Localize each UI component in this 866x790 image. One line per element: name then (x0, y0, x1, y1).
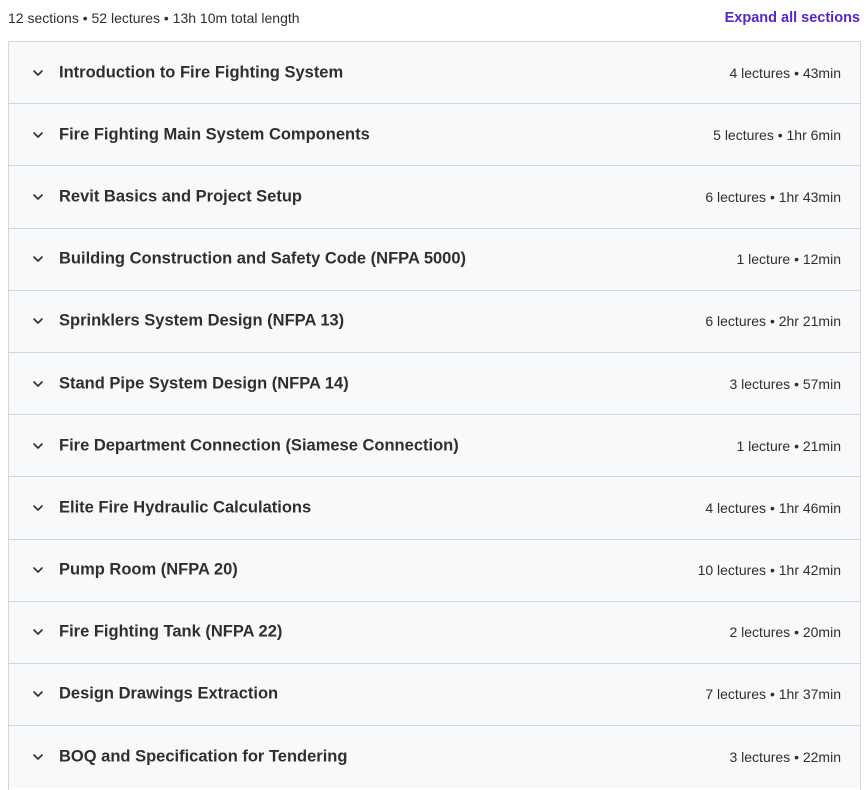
curriculum-section[interactable]: Pump Room (NFPA 20) 10 lectures • 1hr 42… (9, 539, 860, 602)
curriculum-section[interactable]: Fire Department Connection (Siamese Conn… (9, 415, 860, 478)
curriculum-section[interactable]: Elite Fire Hydraulic Calculations 4 lect… (9, 477, 860, 540)
curriculum-section[interactable]: Fire Fighting Main System Components 5 l… (9, 104, 860, 167)
section-title: BOQ and Specification for Tendering (59, 747, 348, 766)
section-title: Introduction to Fire Fighting System (59, 63, 344, 82)
chevron-down-icon (33, 629, 43, 636)
curriculum-section[interactable]: Revit Basics and Project Setup 6 lecture… (9, 166, 860, 229)
section-meta: 2 lectures • 20min (729, 624, 841, 641)
curriculum-section[interactable]: Design Drawings Extraction 7 lectures • … (9, 663, 860, 727)
expand-all-sections-button[interactable]: Expand all sections (725, 10, 860, 26)
chevron-down-icon (33, 567, 43, 573)
curriculum-section[interactable]: Building Construction and Safety Code (N… (9, 228, 860, 291)
chevron-down-icon (33, 442, 43, 449)
curriculum-section[interactable]: Sprinklers System Design (NFPA 13) 6 lec… (9, 290, 860, 353)
section-title: Elite Fire Hydraulic Calculations (59, 498, 312, 517)
chevron-down-icon (33, 69, 43, 76)
curriculum-summary: 12 sections • 52 lectures • 13h 10m tota… (8, 10, 300, 26)
section-meta: 4 lectures • 43min (729, 64, 841, 81)
chevron-down-icon (33, 194, 43, 200)
section-title: Building Construction and Safety Code (N… (59, 249, 467, 268)
curriculum-section[interactable]: Fire Fighting Tank (NFPA 22) 2 lectures … (9, 601, 860, 664)
chevron-down-icon (33, 131, 43, 138)
chevron-down-icon (33, 691, 43, 698)
section-meta: 1 lecture • 21min (736, 437, 841, 454)
section-title: Revit Basics and Project Setup (59, 187, 302, 206)
curriculum-section[interactable]: BOQ and Specification for Tendering 3 le… (9, 726, 860, 789)
section-title: Pump Room (NFPA 20) (59, 560, 238, 579)
chevron-down-icon (33, 256, 43, 262)
section-meta: 5 lectures • 1hr 6min (713, 126, 841, 143)
curriculum-section[interactable]: Introduction to Fire Fighting System 4 l… (9, 42, 860, 105)
section-meta: 4 lectures • 1hr 46min (705, 499, 841, 516)
chevron-down-icon (33, 505, 43, 511)
curriculum-section[interactable]: Stand Pipe System Design (NFPA 14) 3 lec… (9, 352, 860, 416)
chevron-down-icon (33, 380, 43, 387)
curriculum-section-list: Introduction to Fire Fighting System 4 l… (8, 41, 861, 790)
section-title: Fire Fighting Main System Components (59, 125, 370, 144)
section-title: Design Drawings Extraction (59, 684, 279, 703)
section-meta: 6 lectures • 1hr 43min (705, 188, 841, 205)
section-meta: 10 lectures • 1hr 42min (697, 562, 841, 579)
section-title: Sprinklers System Design (NFPA 13) (59, 311, 345, 330)
section-meta: 3 lectures • 22min (729, 749, 841, 766)
section-title: Fire Department Connection (Siamese Conn… (59, 436, 459, 455)
section-meta: 1 lecture • 12min (736, 251, 841, 268)
chevron-down-icon (33, 754, 43, 760)
section-title: Stand Pipe System Design (NFPA 14) (59, 374, 349, 393)
chevron-down-icon (33, 318, 43, 325)
section-meta: 6 lectures • 2hr 21min (705, 313, 841, 330)
section-meta: 3 lectures • 57min (729, 375, 841, 392)
curriculum-summary-bar: 12 sections • 52 lectures • 13h 10m tota… (0, 0, 866, 38)
section-title: Fire Fighting Tank (NFPA 22) (59, 622, 283, 641)
section-meta: 7 lectures • 1hr 37min (705, 686, 841, 703)
